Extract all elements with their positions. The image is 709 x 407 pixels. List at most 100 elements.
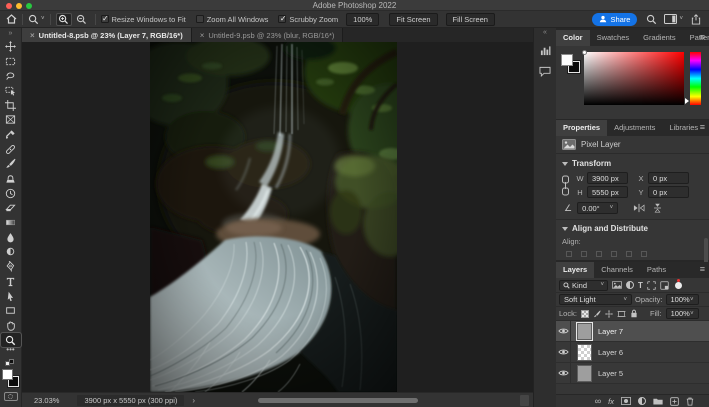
zoom-tool-preset[interactable]: ˅ xyxy=(28,14,45,25)
zoom-in-button[interactable] xyxy=(56,13,72,26)
layer-name[interactable]: Layer 7 xyxy=(598,327,623,336)
panel-menu-icon[interactable]: ≡ xyxy=(700,30,705,46)
foreground-color-swatch[interactable] xyxy=(2,369,13,380)
y-field[interactable]: 0 px xyxy=(648,186,689,198)
delete-layer-icon[interactable] xyxy=(686,397,694,406)
brush-tool[interactable] xyxy=(1,157,21,172)
lock-artboard-icon[interactable] xyxy=(617,310,626,318)
layer-thumbnail[interactable] xyxy=(577,365,592,382)
status-chevron-icon[interactable]: › xyxy=(192,396,195,405)
workspace-switcher[interactable]: ˅ xyxy=(664,14,683,24)
export-icon[interactable] xyxy=(691,14,701,25)
lock-paint-icon[interactable] xyxy=(593,310,601,318)
zoom-all-windows-checkbox[interactable] xyxy=(196,15,204,23)
layer-thumbnail[interactable] xyxy=(577,344,592,361)
blur-tool[interactable] xyxy=(1,230,21,245)
zoom-level[interactable]: 23.03% xyxy=(34,396,59,405)
lasso-tool[interactable] xyxy=(1,68,21,83)
filter-type-icon[interactable]: T xyxy=(638,281,643,290)
adjustment-layer-icon[interactable] xyxy=(638,397,646,405)
search-icon[interactable] xyxy=(646,14,657,25)
fill-screen-button[interactable]: Fill Screen xyxy=(446,13,495,26)
filter-toggle[interactable] xyxy=(675,282,682,289)
quick-mask-button[interactable] xyxy=(4,392,18,401)
object-selection-tool[interactable] xyxy=(1,83,21,98)
x-field[interactable]: 0 px xyxy=(648,172,689,184)
visibility-toggle[interactable] xyxy=(556,321,571,342)
panel-menu-icon[interactable]: ≡ xyxy=(700,120,705,136)
frame-tool[interactable] xyxy=(1,112,21,127)
tab-adjustments[interactable]: Adjustments xyxy=(607,120,662,136)
home-icon[interactable] xyxy=(6,14,17,24)
clone-stamp-tool[interactable] xyxy=(1,171,21,186)
canvas-area[interactable] xyxy=(22,42,533,392)
tab-channels[interactable]: Channels xyxy=(594,262,640,278)
resize-windows-checkbox[interactable] xyxy=(101,15,109,23)
panel-menu-icon[interactable]: ≡ xyxy=(700,262,705,278)
path-selection-tool[interactable] xyxy=(1,289,21,304)
filter-image-icon[interactable] xyxy=(612,281,622,289)
filter-shape-icon[interactable] xyxy=(647,281,656,290)
zoom-100-button[interactable]: 100% xyxy=(346,13,379,26)
scrubby-zoom-checkbox[interactable] xyxy=(278,15,286,23)
crop-tool[interactable] xyxy=(1,98,21,113)
hand-tool[interactable] xyxy=(1,318,21,333)
filter-smart-object-icon[interactable] xyxy=(660,281,669,290)
tab-patterns[interactable]: Patterns xyxy=(683,30,709,46)
type-tool[interactable] xyxy=(1,274,21,289)
fit-screen-button[interactable]: Fit Screen xyxy=(389,13,437,26)
healing-brush-tool[interactable] xyxy=(1,142,21,157)
width-field[interactable]: 3900 px xyxy=(587,172,628,184)
eraser-tool[interactable] xyxy=(1,201,21,216)
zoom-out-button[interactable] xyxy=(74,13,90,26)
filter-adjustment-icon[interactable] xyxy=(626,281,634,289)
close-tab-icon[interactable]: × xyxy=(200,31,205,40)
close-tab-icon[interactable]: × xyxy=(30,31,35,40)
document-tab-untitled-9[interactable]: × Untitled-9.psb @ 23% (blur, RGB/16*) xyxy=(192,28,344,42)
lock-position-icon[interactable] xyxy=(605,310,613,318)
layer-row-layer-5[interactable]: Layer 5 xyxy=(556,363,709,384)
share-button[interactable]: Share xyxy=(592,13,637,26)
histogram-panel-icon[interactable] xyxy=(536,42,555,59)
layer-row-layer-6[interactable]: Layer 6 xyxy=(556,342,709,363)
height-field[interactable]: 5550 px xyxy=(587,186,628,198)
edit-toolbar-icon[interactable]: ••• xyxy=(6,347,14,356)
link-dimensions-icon[interactable] xyxy=(561,174,570,198)
layer-group-icon[interactable] xyxy=(653,397,663,405)
foreground-color-swatch[interactable] xyxy=(561,54,573,66)
tab-color[interactable]: Color xyxy=(556,30,590,46)
tab-libraries[interactable]: Libraries xyxy=(662,120,705,136)
visibility-toggle[interactable] xyxy=(556,342,571,363)
tab-layers[interactable]: Layers xyxy=(556,262,594,278)
marquee-tool[interactable] xyxy=(1,54,21,69)
collapse-section-icon[interactable] xyxy=(562,227,568,231)
shape-tool[interactable] xyxy=(1,303,21,318)
rotation-field[interactable]: 0.00° ˅ xyxy=(577,202,618,214)
color-field[interactable] xyxy=(584,52,684,105)
tab-swatches[interactable]: Swatches xyxy=(590,30,637,46)
filter-kind-dropdown[interactable]: Kind ˅ xyxy=(559,280,608,291)
new-layer-icon[interactable] xyxy=(670,397,679,406)
dodge-tool[interactable] xyxy=(1,245,21,260)
history-brush-tool[interactable] xyxy=(1,186,21,201)
move-tool[interactable] xyxy=(1,39,21,54)
foreground-background-swatches[interactable] xyxy=(1,369,20,388)
collapse-section-icon[interactable] xyxy=(562,162,568,166)
blend-mode-dropdown[interactable]: Soft Light ˅ xyxy=(559,294,632,305)
lock-transparent-pixels-icon[interactable] xyxy=(581,310,589,318)
opacity-dropdown[interactable]: 100% ˅ xyxy=(666,294,699,305)
lock-all-icon[interactable] xyxy=(630,309,638,318)
flip-horizontal-icon[interactable] xyxy=(633,203,645,213)
fill-dropdown[interactable]: 100% ˅ xyxy=(666,308,699,319)
dock-collapse-icon[interactable]: « xyxy=(543,28,547,38)
flip-vertical-icon[interactable] xyxy=(652,203,663,213)
layer-name[interactable]: Layer 6 xyxy=(598,348,623,357)
link-layers-icon[interactable]: ∞ xyxy=(595,397,601,406)
pen-tool[interactable] xyxy=(1,259,21,274)
horizontal-scrollbar[interactable] xyxy=(258,398,418,403)
layer-effects-icon[interactable]: fx xyxy=(608,397,614,406)
default-colors-icon[interactable] xyxy=(5,359,16,367)
tab-paths[interactable]: Paths xyxy=(640,262,673,278)
document-tab-untitled-8[interactable]: × Untitled-8.psb @ 23% (Layer 7, RGB/16*… xyxy=(22,28,192,42)
canvas-document[interactable] xyxy=(150,42,397,392)
